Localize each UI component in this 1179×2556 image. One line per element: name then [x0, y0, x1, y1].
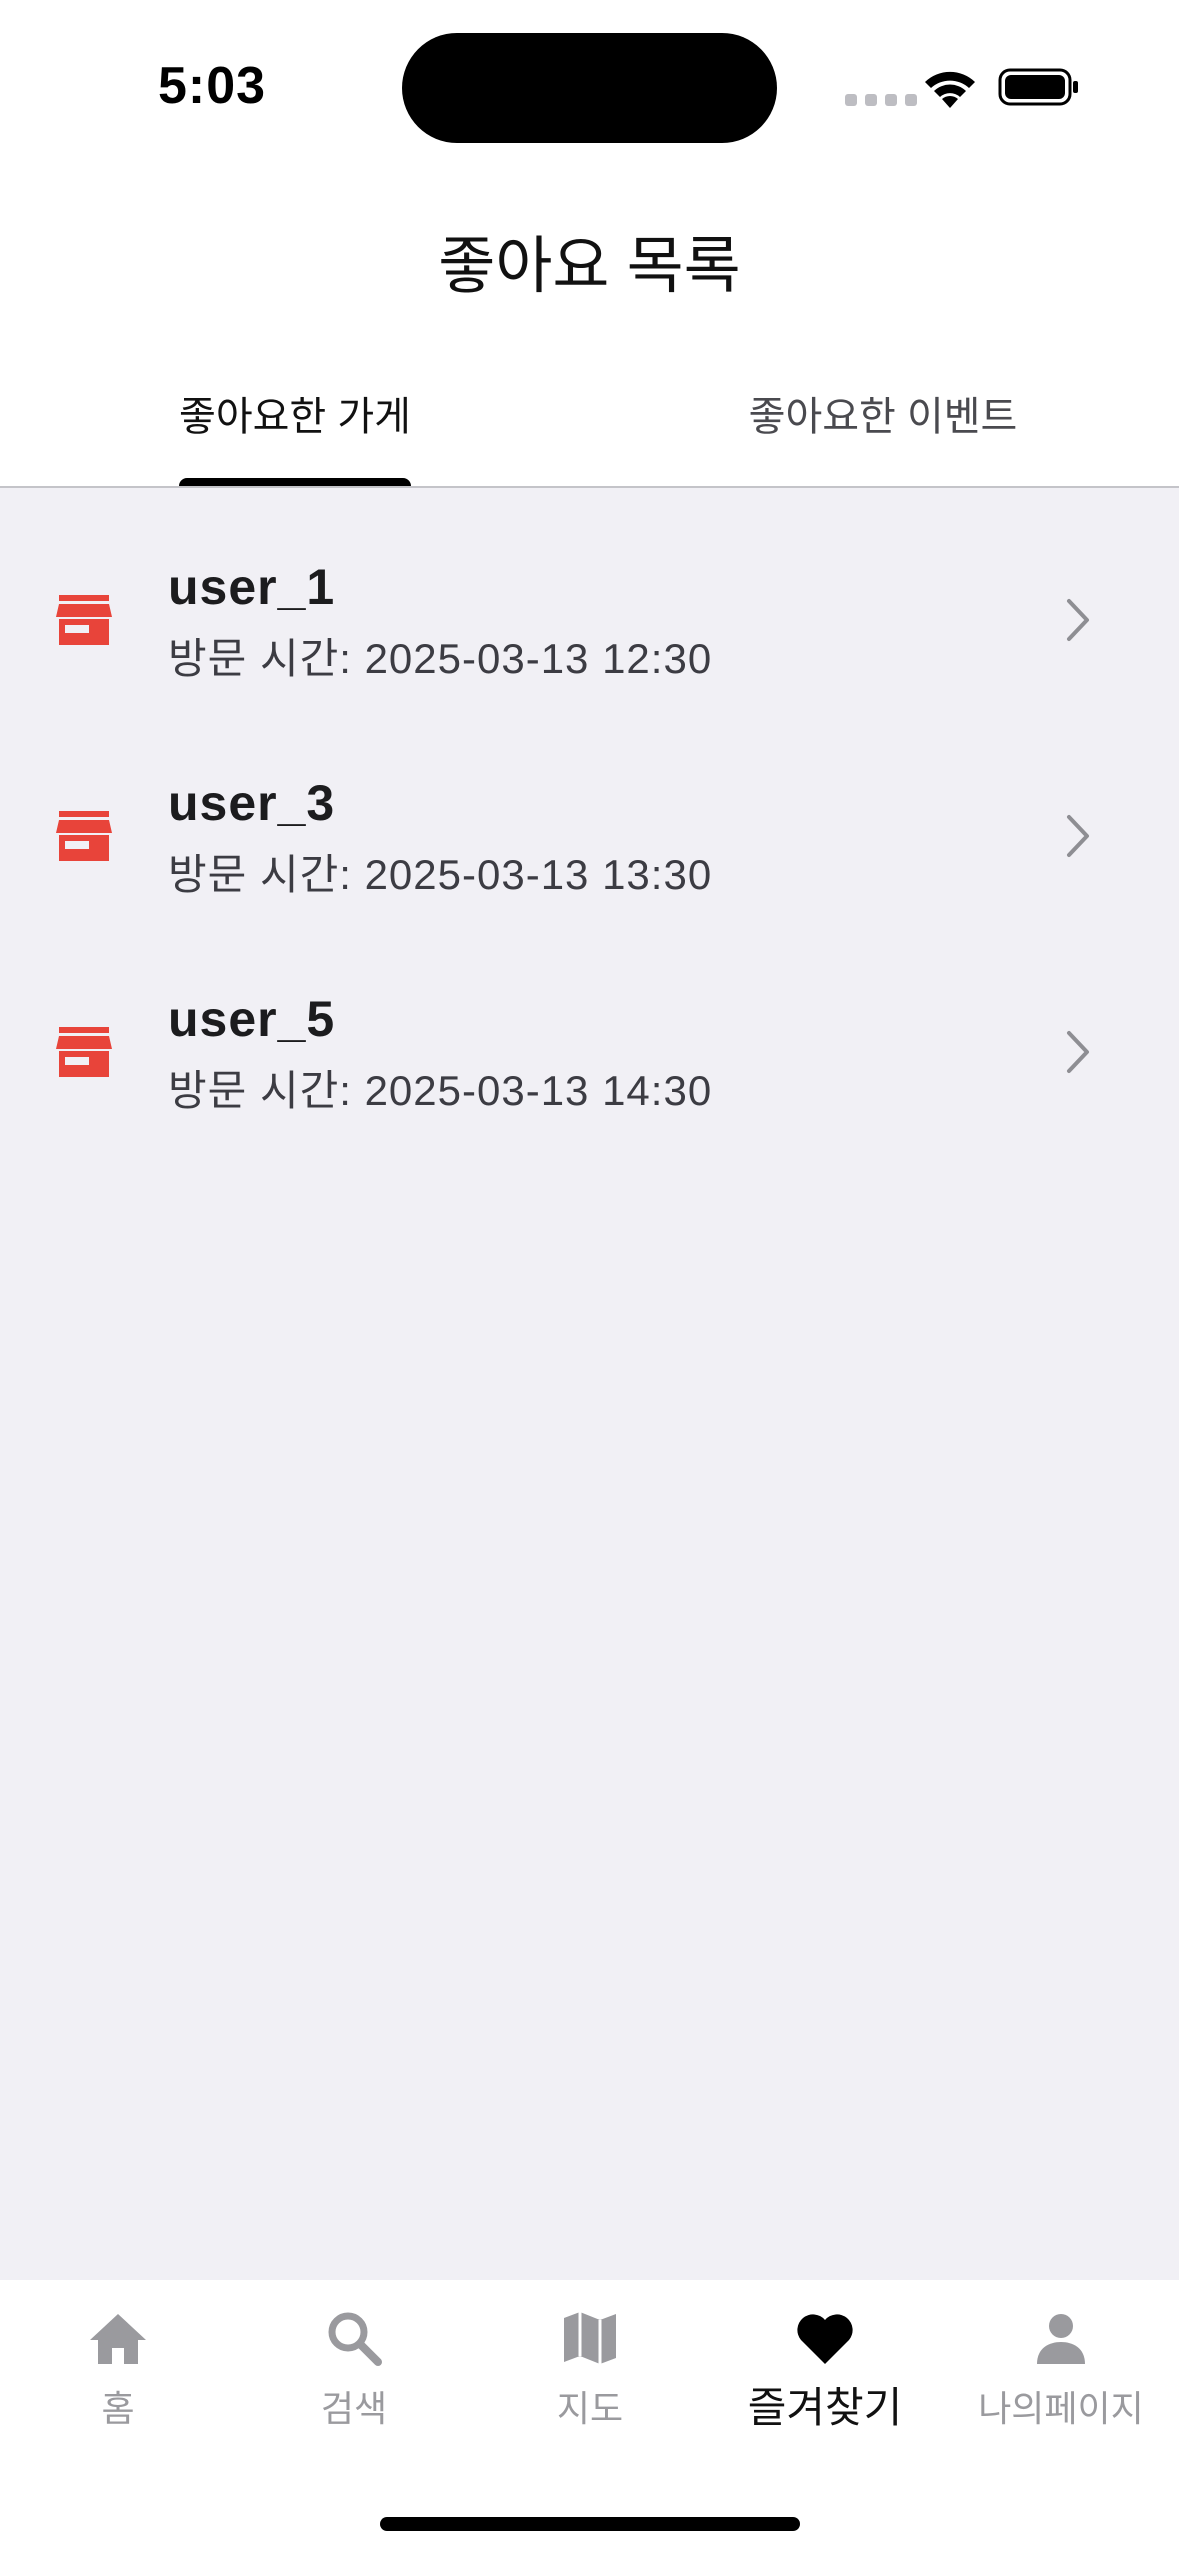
status-bar: 5:03: [0, 0, 1179, 170]
tabbar-item-mypage[interactable]: 나의페이지: [943, 2280, 1179, 2429]
chevron-right-icon: [1067, 815, 1089, 857]
tabbar-label: 나의페이지: [978, 2388, 1144, 2429]
store-name: user_1: [168, 559, 336, 615]
store-icon: [56, 811, 112, 861]
list-item[interactable]: user_5 방문 시간: 2025-03-13 14:30: [0, 932, 1179, 1122]
store-name: user_3: [168, 775, 336, 831]
status-time: 5:03: [158, 57, 267, 115]
tab-liked-stores[interactable]: 좋아요한 가게: [150, 384, 440, 442]
visit-time: 방문 시간: 2025-03-13 12:30: [168, 635, 713, 682]
visit-time: 방문 시간: 2025-03-13 14:30: [168, 1067, 713, 1114]
tabbar-label: 홈: [101, 2388, 135, 2429]
page-title: 좋아요 목록: [438, 232, 741, 301]
visit-time: 방문 시간: 2025-03-13 13:30: [168, 851, 713, 898]
battery-icon: [998, 68, 1078, 106]
dynamic-island: [402, 33, 777, 143]
tabbar-label: 즐겨찾기: [747, 2384, 903, 2431]
store-icon: [56, 595, 112, 645]
person-icon: [1037, 2314, 1085, 2364]
list-item[interactable]: user_3 방문 시간: 2025-03-13 13:30: [0, 716, 1179, 906]
store-icon: [56, 1027, 112, 1077]
top-area: 5:03 좋아요 목록 좋아요한 가게 좋아요한 이벤트: [0, 0, 1179, 488]
cellular-signal-icon: [845, 94, 917, 106]
tabbar-item-search[interactable]: 검색: [236, 2280, 472, 2429]
home-indicator: [380, 2517, 800, 2531]
tabbar-item-favorites[interactable]: 즐겨찾기: [707, 2280, 943, 2431]
map-icon: [564, 2312, 616, 2364]
tabbar-item-map[interactable]: 지도: [472, 2280, 708, 2429]
bottom-tab-bar: 홈 검색 지도 즐겨찾기 나의페이지: [0, 2280, 1179, 2556]
list-item[interactable]: user_1 방문 시간: 2025-03-13 12:30: [0, 500, 1179, 690]
tab-divider: [0, 486, 1179, 488]
wifi-icon: [925, 71, 975, 108]
tabbar-label: 검색: [320, 2388, 388, 2429]
tabbar-item-home[interactable]: 홈: [0, 2280, 236, 2429]
tabbar-label: 지도: [556, 2388, 624, 2429]
chevron-right-icon: [1067, 1031, 1089, 1073]
heart-icon: [797, 2314, 853, 2364]
store-name: user_5: [168, 991, 336, 1047]
tab-liked-events[interactable]: 좋아요한 이벤트: [738, 384, 1028, 442]
home-icon: [90, 2314, 146, 2364]
search-icon: [328, 2312, 382, 2366]
chevron-right-icon: [1067, 599, 1089, 641]
